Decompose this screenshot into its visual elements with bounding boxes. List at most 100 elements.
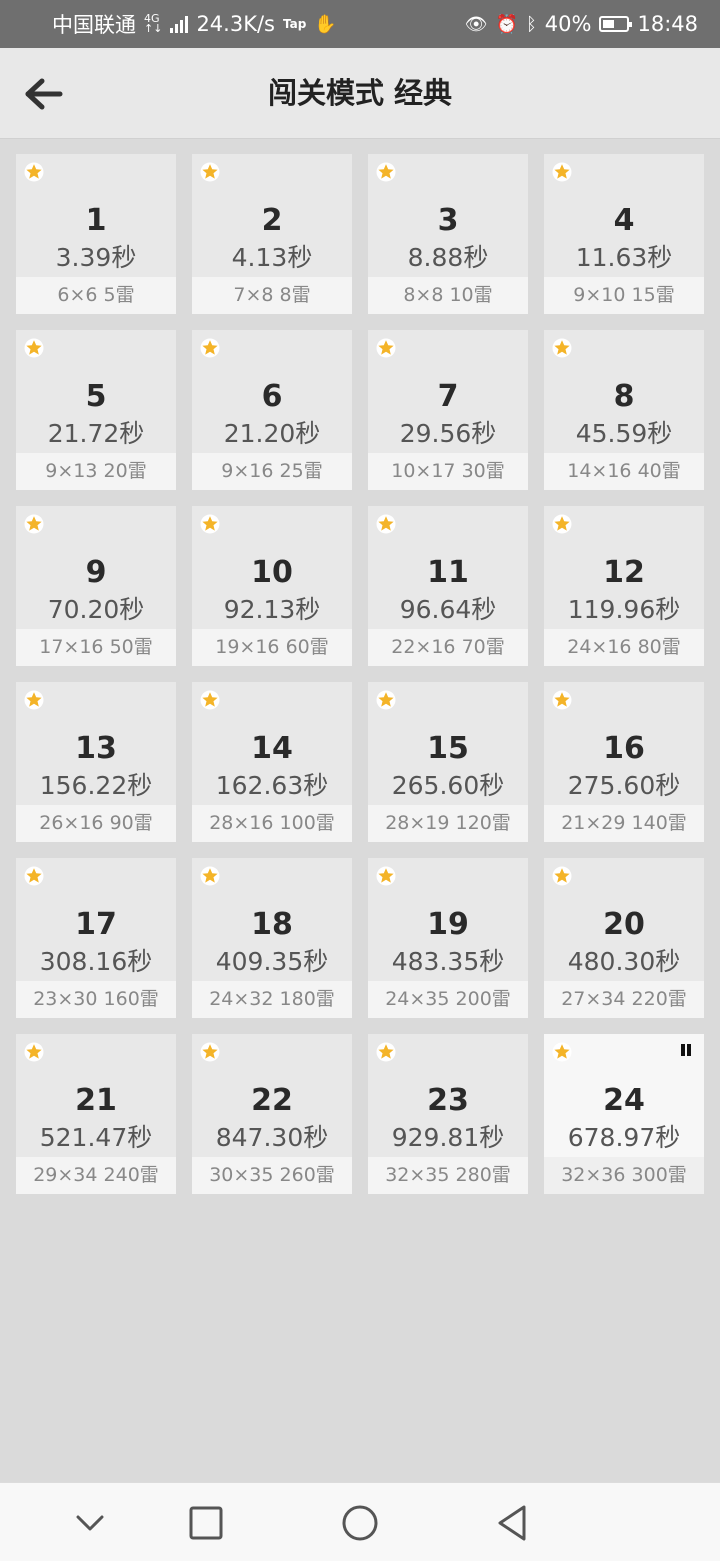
star-icon	[24, 866, 44, 886]
star-icon	[552, 338, 572, 358]
level-best-time: 308.16秒	[39, 947, 153, 976]
level-board-info: 24×16 80雷	[544, 629, 704, 666]
level-number: 17	[75, 907, 117, 942]
star-icon	[24, 338, 44, 358]
level-tile[interactable]: 16 275.60秒 21×29 140雷	[544, 682, 704, 842]
level-tile[interactable]: 1 3.39秒 6×6 5雷	[16, 154, 176, 314]
level-number: 13	[75, 731, 117, 766]
level-tile[interactable]: 3 8.88秒 8×8 10雷	[368, 154, 528, 314]
level-board-info: 30×35 260雷	[192, 1157, 352, 1194]
eye-icon: 👁	[464, 13, 488, 35]
level-tile[interactable]: 4 11.63秒 9×10 15雷	[544, 154, 704, 314]
level-best-time: 70.20秒	[47, 595, 145, 624]
battery-percent: 40%	[544, 12, 592, 36]
level-number: 14	[251, 731, 293, 766]
level-board-info: 9×16 25雷	[192, 453, 352, 490]
level-board-info: 27×34 220雷	[544, 981, 704, 1018]
star-icon	[376, 338, 396, 358]
level-number: 2	[261, 203, 283, 238]
level-number: 10	[251, 555, 293, 590]
level-board-info: 10×17 30雷	[368, 453, 528, 490]
back-nav-button[interactable]	[492, 1503, 532, 1543]
level-number: 23	[427, 1083, 469, 1118]
level-number: 3	[437, 203, 459, 238]
level-best-time: 21.72秒	[47, 419, 145, 448]
level-tile[interactable]: 14 162.63秒 28×16 100雷	[192, 682, 352, 842]
level-tile[interactable]: 7 29.56秒 10×17 30雷	[368, 330, 528, 490]
level-tile[interactable]: 24 678.97秒 32×36 300雷	[544, 1034, 704, 1194]
level-best-time: 8.88秒	[407, 243, 489, 272]
level-tile[interactable]: 13 156.22秒 26×16 90雷	[16, 682, 176, 842]
level-best-time: 162.63秒	[215, 771, 329, 800]
level-best-time: 96.64秒	[399, 595, 497, 624]
level-best-time: 275.60秒	[567, 771, 681, 800]
star-icon	[200, 690, 220, 710]
level-best-time: 156.22秒	[39, 771, 153, 800]
level-tile[interactable]: 21 521.47秒 29×34 240雷	[16, 1034, 176, 1194]
recent-apps-button[interactable]	[186, 1503, 226, 1543]
level-tile[interactable]: 20 480.30秒 27×34 220雷	[544, 858, 704, 1018]
level-best-time: 92.13秒	[223, 595, 321, 624]
circle-icon	[342, 1505, 378, 1541]
star-icon	[24, 1042, 44, 1062]
star-icon	[552, 162, 572, 182]
app-bar: 闯关模式 经典	[0, 48, 720, 139]
level-tile[interactable]: 11 96.64秒 22×16 70雷	[368, 506, 528, 666]
star-icon	[376, 1042, 396, 1062]
chevron-down-icon	[76, 1515, 104, 1531]
level-best-time: 521.47秒	[39, 1123, 153, 1152]
level-best-time: 21.20秒	[223, 419, 321, 448]
level-tile[interactable]: 15 265.60秒 28×19 120雷	[368, 682, 528, 842]
star-icon	[552, 866, 572, 886]
level-tile[interactable]: 18 409.35秒 24×32 180雷	[192, 858, 352, 1018]
level-tile[interactable]: 19 483.35秒 24×35 200雷	[368, 858, 528, 1018]
level-tile[interactable]: 23 929.81秒 32×35 280雷	[368, 1034, 528, 1194]
alarm-icon: ⏰	[495, 13, 518, 35]
status-bar: 中国联通 4G ↑↓ 24.3K/s Tap ✋ 👁 ⏰ ᛒ 40% 18:48	[0, 0, 720, 48]
level-tile[interactable]: 6 21.20秒 9×16 25雷	[192, 330, 352, 490]
level-number: 1	[85, 203, 107, 238]
level-tile[interactable]: 22 847.30秒 30×35 260雷	[192, 1034, 352, 1194]
level-best-time: 45.59秒	[575, 419, 673, 448]
level-tile[interactable]: 12 119.96秒 24×16 80雷	[544, 506, 704, 666]
level-number: 12	[603, 555, 645, 590]
hide-keyboard-button[interactable]	[70, 1503, 110, 1543]
star-icon	[376, 690, 396, 710]
level-number: 7	[437, 379, 459, 414]
star-icon	[24, 162, 44, 182]
level-best-time: 929.81秒	[391, 1123, 505, 1152]
level-board-info: 19×16 60雷	[192, 629, 352, 666]
level-best-time: 3.39秒	[55, 243, 137, 272]
level-board-info: 21×29 140雷	[544, 805, 704, 842]
network-type-icon: 4G ↑↓	[144, 13, 162, 34]
signal-strength-icon	[170, 15, 189, 33]
level-board-info: 9×10 15雷	[544, 277, 704, 314]
star-icon	[200, 866, 220, 886]
network-speed: 24.3K/s	[196, 12, 275, 36]
level-board-info: 29×34 240雷	[16, 1157, 176, 1194]
status-left: 中国联通 4G ↑↓ 24.3K/s Tap ✋	[52, 9, 337, 39]
star-icon	[376, 866, 396, 886]
level-board-info: 32×35 280雷	[368, 1157, 528, 1194]
level-board-info: 6×6 5雷	[16, 277, 176, 314]
level-board-info: 17×16 50雷	[16, 629, 176, 666]
star-icon	[200, 514, 220, 534]
page-title: 闯关模式 经典	[267, 76, 453, 110]
level-board-info: 32×36 300雷	[544, 1157, 704, 1194]
level-tile[interactable]: 10 92.13秒 19×16 60雷	[192, 506, 352, 666]
level-board-info: 26×16 90雷	[16, 805, 176, 842]
star-icon	[200, 1042, 220, 1062]
tap-app-icon: Tap	[282, 17, 307, 31]
home-button[interactable]	[340, 1503, 380, 1543]
level-tile[interactable]: 8 45.59秒 14×16 40雷	[544, 330, 704, 490]
level-best-time: 847.30秒	[215, 1123, 329, 1152]
star-icon	[376, 514, 396, 534]
level-tile[interactable]: 17 308.16秒 23×30 160雷	[16, 858, 176, 1018]
star-icon	[376, 162, 396, 182]
back-button[interactable]	[24, 76, 68, 112]
level-number: 20	[603, 907, 645, 942]
level-best-time: 4.13秒	[231, 243, 313, 272]
level-tile[interactable]: 5 21.72秒 9×13 20雷	[16, 330, 176, 490]
level-tile[interactable]: 9 70.20秒 17×16 50雷	[16, 506, 176, 666]
level-tile[interactable]: 2 4.13秒 7×8 8雷	[192, 154, 352, 314]
